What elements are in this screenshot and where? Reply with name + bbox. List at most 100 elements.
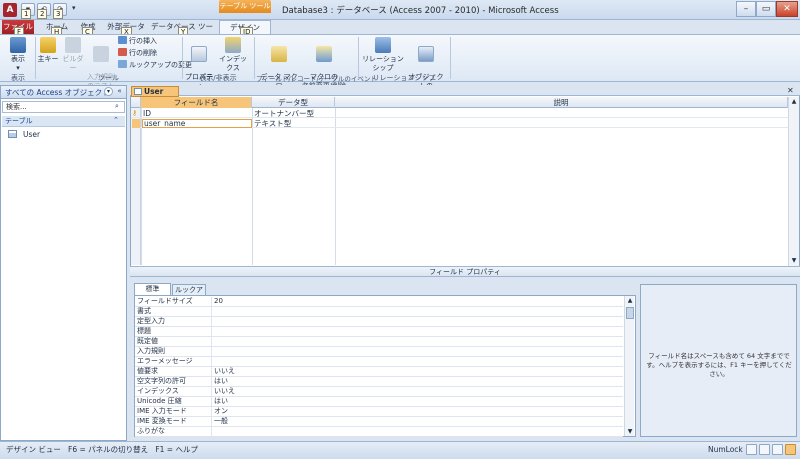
property-name: インデックス xyxy=(137,387,212,397)
property-value[interactable]: はい xyxy=(214,397,228,406)
modify-lookups-button[interactable]: ルックアップの変更 xyxy=(118,60,192,70)
primary-key-label: 主キー xyxy=(37,55,59,63)
property-row[interactable]: インデックス いいえ xyxy=(135,387,623,397)
shutter-bar-close-icon[interactable]: « xyxy=(115,87,124,96)
maximize-icon: ▭ xyxy=(761,4,771,14)
builder-label: ビルダー xyxy=(62,55,84,72)
minimize-button[interactable]: – xyxy=(736,1,756,17)
builder-button[interactable]: ビルダー xyxy=(60,37,86,73)
property-sheet-icon xyxy=(191,46,207,62)
scroll-down-icon[interactable]: ▼ xyxy=(790,257,798,265)
object-dependencies-icon xyxy=(418,46,434,62)
grid-line xyxy=(335,108,336,265)
property-name: 標題 xyxy=(137,327,212,337)
ribbon-separator xyxy=(182,37,183,79)
property-row[interactable]: フィールドサイズ 20 xyxy=(135,297,623,307)
datasheet-view-icon[interactable] xyxy=(746,444,757,455)
property-row[interactable]: 標題 xyxy=(135,327,623,337)
property-row[interactable]: ふりがな xyxy=(135,427,623,437)
nav-group-tables[interactable]: テーブル xyxy=(2,116,125,127)
property-value[interactable]: いいえ xyxy=(214,387,235,396)
design-grid-scrollbar[interactable]: ▲ ▼ xyxy=(788,97,799,266)
property-row[interactable]: 定型入力 xyxy=(135,317,623,327)
primary-key-button[interactable]: 主キー xyxy=(37,37,59,64)
tab-lookup[interactable]: ルックアップ xyxy=(172,284,206,304)
view-icon xyxy=(10,37,26,53)
property-name: フィールドサイズ xyxy=(137,297,212,307)
design-view-icon[interactable] xyxy=(785,444,796,455)
close-button[interactable]: ✕ xyxy=(776,1,798,17)
property-name: IME 入力モード xyxy=(137,407,212,417)
group-collapse-icon[interactable]: ⌃ xyxy=(113,116,119,124)
data-type-cell[interactable]: テキスト型 xyxy=(254,119,334,128)
property-row[interactable]: Unicode 圧縮 はい xyxy=(135,397,623,407)
indexes-label: インデックス xyxy=(219,55,247,72)
column-header-data-type[interactable]: データ型 xyxy=(252,97,335,108)
property-row[interactable]: 入力規則 xyxy=(135,347,623,357)
property-value[interactable]: 20 xyxy=(214,297,223,306)
property-name: 既定値 xyxy=(137,337,212,347)
property-name: 書式 xyxy=(137,307,212,317)
property-value[interactable]: はい xyxy=(214,377,228,386)
scroll-up-icon[interactable]: ▲ xyxy=(626,297,634,304)
relationships-button[interactable]: リレーションシップ xyxy=(360,37,406,73)
property-row[interactable]: エラーメッセージ xyxy=(135,357,623,367)
delete-rows-button[interactable]: 行の削除 xyxy=(118,48,157,58)
property-name: 値要求 xyxy=(137,367,212,377)
navigation-pane-title: すべての Access オブジェクト xyxy=(5,88,110,97)
search-icon[interactable]: ⌕ xyxy=(115,102,119,111)
close-icon: ✕ xyxy=(783,4,791,14)
close-document-icon[interactable]: ✕ xyxy=(787,86,794,95)
property-row[interactable]: 既定値 xyxy=(135,337,623,347)
document-tab-user[interactable]: User xyxy=(131,86,179,97)
data-type-cell[interactable]: オートナンバー型 xyxy=(254,109,334,118)
maximize-button[interactable]: ▭ xyxy=(756,1,776,17)
property-grid-scrollbar[interactable]: ▲ ▼ xyxy=(624,296,634,436)
current-row-indicator xyxy=(132,119,140,128)
data-macro-icon xyxy=(271,46,287,62)
property-row[interactable]: 空文字列の許可 はい xyxy=(135,377,623,387)
window-title: Database3 : データベース (Access 2007 - 2010) … xyxy=(282,6,559,16)
delete-rows-label: 行の削除 xyxy=(129,49,157,57)
tab-general[interactable]: 標準 xyxy=(134,283,171,295)
keytip-qat-1: 1 xyxy=(21,9,32,19)
property-row[interactable]: 書式 xyxy=(135,307,623,317)
lookup-icon xyxy=(118,60,127,68)
property-row[interactable]: IME 入力モード オン xyxy=(135,407,623,417)
minimize-icon: – xyxy=(743,4,749,14)
property-name: ふりがな xyxy=(137,427,212,437)
delete-rows-icon xyxy=(118,48,127,56)
scroll-thumb[interactable] xyxy=(626,307,634,319)
description-cell[interactable] xyxy=(337,109,787,118)
scroll-down-icon[interactable]: ▼ xyxy=(626,428,634,435)
property-row[interactable]: 値要求 いいえ xyxy=(135,367,623,377)
group-label-show-hide: 表示/非表示 xyxy=(199,74,237,82)
nav-item-user-table[interactable]: User xyxy=(2,128,125,141)
indexes-button[interactable]: インデックス xyxy=(216,37,250,73)
description-cell[interactable] xyxy=(337,119,787,128)
property-value[interactable]: いいえ xyxy=(214,367,235,376)
property-row[interactable]: IME 変換モード 一般 xyxy=(135,417,623,427)
group-label-tools: ツール xyxy=(98,74,119,82)
property-value[interactable]: オン xyxy=(214,407,228,416)
nav-menu-dropdown-icon[interactable]: ▾ xyxy=(104,87,113,96)
pivottable-view-icon[interactable] xyxy=(759,444,770,455)
field-name-cell[interactable]: ID xyxy=(143,109,251,118)
column-header-field-name[interactable]: フィールド名 xyxy=(141,97,252,108)
rename-macro-icon xyxy=(316,46,332,62)
column-header-description[interactable]: 説明 xyxy=(335,97,788,108)
property-value[interactable]: 一般 xyxy=(214,417,228,426)
property-name: 入力規則 xyxy=(137,347,212,357)
indexes-icon xyxy=(225,37,241,53)
row-selector-column xyxy=(131,108,141,265)
field-name-cell[interactable]: user_name xyxy=(142,119,252,128)
view-button[interactable]: 表示 ▾ xyxy=(6,37,30,73)
insert-rows-button[interactable]: 行の挿入 xyxy=(118,36,157,46)
nav-search-input[interactable]: 検索... xyxy=(2,101,125,113)
insert-rows-label: 行の挿入 xyxy=(129,37,157,45)
access-app-icon[interactable]: A xyxy=(3,3,17,17)
validation-rules-icon xyxy=(93,46,109,62)
pivotchart-view-icon[interactable] xyxy=(772,444,783,455)
qat-customize-icon[interactable]: ▾ xyxy=(72,4,76,12)
scroll-up-icon[interactable]: ▲ xyxy=(790,98,798,106)
